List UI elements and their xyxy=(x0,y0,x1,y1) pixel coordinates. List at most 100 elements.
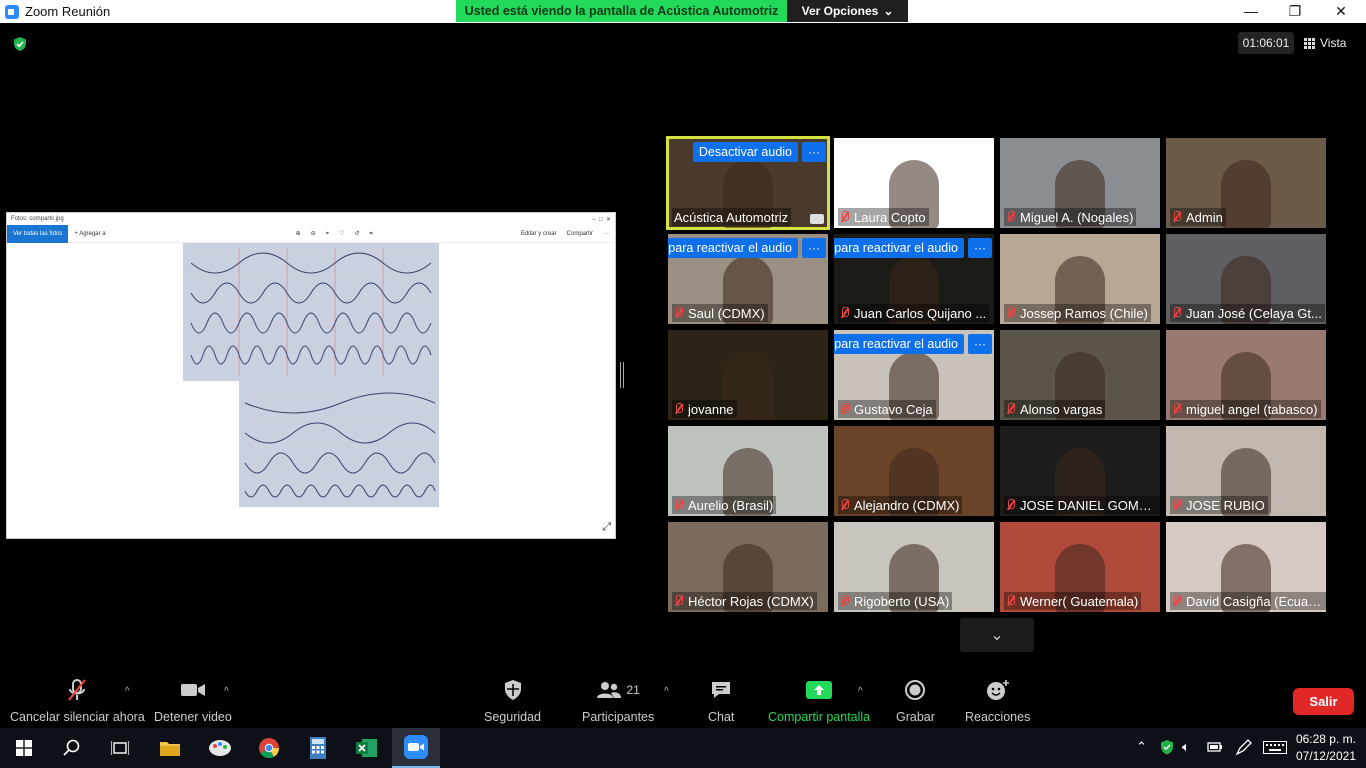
participant-tile[interactable]: Alonso vargas xyxy=(1000,330,1160,420)
calculator-icon[interactable] xyxy=(294,728,342,768)
task-view-icon[interactable] xyxy=(96,728,144,768)
participant-tile[interactable]: Werner( Guatemala) xyxy=(1000,522,1160,612)
participant-name-label: Alonso vargas xyxy=(1004,400,1106,418)
share-options-caret-icon[interactable]: ^ xyxy=(858,686,863,697)
tray-show-hidden-icon[interactable]: ⌃ xyxy=(1136,739,1147,755)
participant-tile[interactable]: Desactivar audio ··· Acústica Automotriz xyxy=(666,136,830,230)
participant-tile[interactable]: Aurelio (Brasil) xyxy=(668,426,828,516)
participant-more-button[interactable]: ··· xyxy=(802,238,826,258)
participant-name: Admin xyxy=(1186,209,1223,225)
audio-options-caret-icon[interactable]: ^ xyxy=(125,686,130,697)
leave-button[interactable]: Salir xyxy=(1293,688,1354,715)
search-icon[interactable] xyxy=(48,728,96,768)
participant-name-label: JOSE RUBIO xyxy=(1170,496,1268,514)
participant-tile[interactable]: r para reactivar el audio ··· Juan Carlos … xyxy=(834,234,994,324)
mic-muted-icon xyxy=(1006,307,1016,319)
participant-tile[interactable]: Admin xyxy=(1166,138,1326,228)
participant-tile[interactable]: Miguel A. (Nogales) xyxy=(1000,138,1160,228)
participant-more-button[interactable]: ··· xyxy=(968,238,992,258)
participant-tile[interactable]: Alejandro (CDMX) xyxy=(834,426,994,516)
participant-tile[interactable]: jovanne xyxy=(668,330,828,420)
file-explorer-icon[interactable] xyxy=(146,728,194,768)
participant-tile[interactable]: miguel angel (tabasco) xyxy=(1166,330,1326,420)
mic-muted-icon xyxy=(840,595,850,607)
pen-icon[interactable] xyxy=(1235,738,1253,756)
participant-tile[interactable]: Laura Copto xyxy=(834,138,994,228)
reactions-button[interactable]: Reacciones xyxy=(965,678,1030,724)
participant-name-label: David Casigña (Ecuad... xyxy=(1170,592,1326,610)
splitter-handle[interactable] xyxy=(620,362,624,388)
speaker-icon[interactable]: 🔈︎ xyxy=(1182,739,1190,755)
tray-security-icon[interactable] xyxy=(1160,740,1174,755)
restore-button[interactable]: ❐ xyxy=(1272,0,1318,22)
mic-muted-icon xyxy=(840,307,850,319)
mic-muted-icon xyxy=(1006,211,1016,223)
stop-video-button[interactable]: Detener video xyxy=(154,678,232,724)
paint-app-icon[interactable] xyxy=(196,728,244,768)
participant-name-label: Aurelio (Brasil) xyxy=(672,496,777,514)
clock-date: 07/12/2021 xyxy=(1295,749,1356,763)
start-windows-icon[interactable] xyxy=(0,728,48,768)
participant-tile[interactable]: r para reactivar el audio ··· Saul (CDMX) xyxy=(668,234,828,324)
shared-screen[interactable]: Fotos: compartir.jpg – □ ✕ Ver todas las… xyxy=(6,212,616,539)
participant-name: jovanne xyxy=(688,401,734,417)
participant-tile[interactable]: JOSE RUBIO xyxy=(1166,426,1326,516)
battery-icon[interactable] xyxy=(1207,741,1223,753)
chat-button[interactable]: Chat xyxy=(708,678,734,724)
share-photo-button[interactable]: Compartir xyxy=(567,231,593,237)
unmute-request-bubble[interactable]: r para reactivar el audio xyxy=(834,238,964,258)
all-photos-button[interactable]: Ver todas las fotos xyxy=(7,224,69,243)
participant-tile[interactable]: Juan José (Celaya Gt... xyxy=(1166,234,1326,324)
keyboard-icon[interactable] xyxy=(1263,741,1287,754)
participants-button[interactable]: 21 Participantes xyxy=(582,678,654,724)
gallery-next-page-button[interactable]: ⌄ xyxy=(960,618,1034,652)
participant-name-label: jovanne xyxy=(672,400,737,418)
minimize-button[interactable]: — xyxy=(1228,0,1274,22)
camera-icon[interactable] xyxy=(810,214,824,224)
add-to-button[interactable]: + Agregar a xyxy=(74,231,105,237)
participant-name-label: Werner( Guatemala) xyxy=(1004,592,1142,610)
record-button[interactable]: Grabar xyxy=(896,678,935,724)
system-clock[interactable]: 06:28 p. m. 07/12/2021 xyxy=(1296,731,1356,765)
participant-tile[interactable]: JOSE DANIEL GOMEZ... xyxy=(1000,426,1160,516)
participant-name: Alejandro (CDMX) xyxy=(854,497,960,513)
participant-tile[interactable]: Jossep Ramos (Chile) xyxy=(1000,234,1160,324)
participants-label: Participantes xyxy=(582,710,655,724)
mic-muted-icon xyxy=(1006,595,1016,607)
expand-icon[interactable]: ⤢ xyxy=(602,521,611,534)
participant-name: miguel angel (tabasco) xyxy=(1186,401,1318,417)
unmute-button[interactable]: Cancelar silenciar ahora xyxy=(10,678,145,724)
chrome-icon[interactable] xyxy=(245,728,293,768)
participant-name-label: Gustavo Ceja xyxy=(838,400,936,418)
unmute-request-bubble[interactable]: r para reactivar el audio xyxy=(834,334,964,354)
security-button[interactable]: Seguridad xyxy=(484,678,541,724)
encryption-shield-icon[interactable] xyxy=(12,36,28,52)
zoom-window: Zoom Reunión Usted está viendo la pantal… xyxy=(0,0,1366,768)
share-screen-button[interactable]: Compartir pantalla xyxy=(768,678,870,724)
video-options-caret-icon[interactable]: ^ xyxy=(224,686,229,697)
participant-tile[interactable]: r para reactivar el audio ··· Gustavo Ceja xyxy=(834,330,994,420)
more-icon[interactable]: ··· xyxy=(603,231,609,237)
edit-button[interactable]: Editar y crear xyxy=(521,231,557,237)
view-options-button[interactable]: Ver Opciones ⌄ xyxy=(787,0,908,22)
window-title: Zoom Reunión xyxy=(25,4,111,19)
view-button[interactable]: Vista xyxy=(1304,32,1360,54)
participant-name: Saul (CDMX) xyxy=(688,305,765,321)
participants-caret-icon[interactable]: ^ xyxy=(664,686,669,697)
close-button[interactable]: ✕ xyxy=(1318,0,1364,22)
participant-more-button[interactable]: ··· xyxy=(968,334,992,354)
unmute-request-bubble[interactable]: Desactivar audio xyxy=(692,142,798,162)
participant-name-label: Juan José (Celaya Gt... xyxy=(1170,304,1325,322)
mic-muted-icon xyxy=(840,499,850,511)
stop-video-label: Detener video xyxy=(154,710,232,724)
participant-tile[interactable]: Rigoberto (USA) xyxy=(834,522,994,612)
participant-tile[interactable]: Héctor Rojas (CDMX) xyxy=(668,522,828,612)
participant-more-button[interactable]: ··· xyxy=(802,142,826,162)
mic-muted-icon xyxy=(674,403,684,415)
participant-tile[interactable]: David Casigña (Ecuad... xyxy=(1166,522,1326,612)
excel-icon[interactable] xyxy=(343,728,391,768)
participant-name-label: Saul (CDMX) xyxy=(672,304,768,322)
zoom-taskbar-icon[interactable] xyxy=(392,728,440,768)
unmute-request-bubble[interactable]: r para reactivar el audio xyxy=(668,238,798,258)
security-shield-icon xyxy=(484,678,541,702)
